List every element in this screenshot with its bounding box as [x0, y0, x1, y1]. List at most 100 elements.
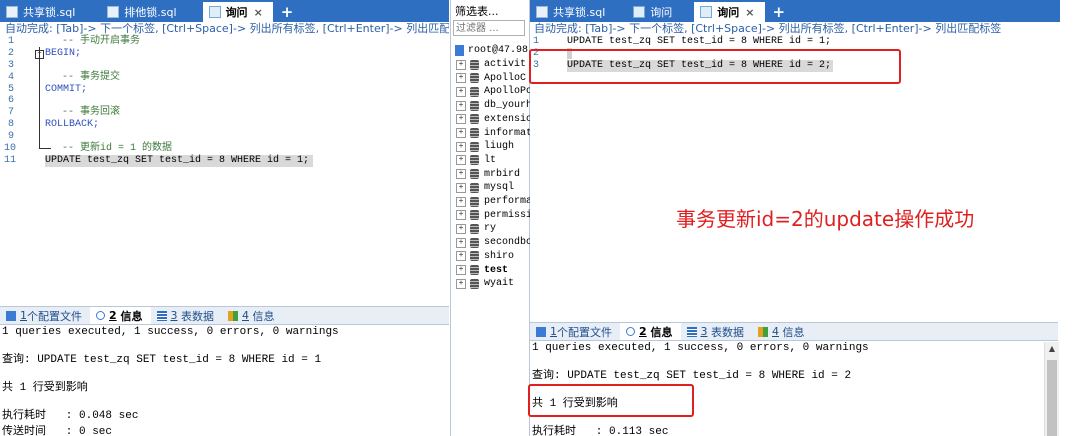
database-label: extensio [484, 113, 533, 125]
selected-update-statement: UPDATE test_zq SET test_id = 8 WHERE id … [45, 154, 314, 167]
query-icon [633, 6, 646, 18]
database-icon [470, 223, 479, 234]
scroll-thumb[interactable] [1047, 360, 1057, 436]
database-item[interactable]: + db_yourh [451, 99, 532, 112]
exec-time: 执行耗时 : 0.048 sec [2, 410, 139, 422]
scroll-up-arrow-icon[interactable]: ▲ [1045, 344, 1059, 353]
close-icon[interactable]: × [745, 6, 754, 19]
query-icon [700, 6, 713, 18]
expand-icon[interactable]: + [456, 141, 466, 152]
right-tab-query[interactable]: 询问 [627, 2, 682, 22]
expand-icon[interactable]: + [456, 128, 466, 138]
chart-icon [758, 326, 768, 337]
database-item[interactable]: + mysql [451, 181, 514, 194]
database-item[interactable]: + mrbird [451, 168, 520, 181]
filter-title: 筛选表... [455, 5, 499, 18]
new-tab-button[interactable]: + [765, 2, 794, 22]
server-icon [455, 45, 464, 56]
right-tab-shared-lock[interactable]: 共享锁.sql [530, 2, 615, 22]
info-icon [96, 311, 105, 320]
database-icon [470, 278, 479, 289]
database-label: informat [484, 127, 533, 139]
tab-label: 共享锁.sql [553, 6, 606, 19]
database-item[interactable]: + lt [451, 154, 496, 167]
database-item[interactable]: + extensio [451, 113, 532, 126]
database-icon [470, 265, 479, 275]
database-item[interactable]: + permissi [451, 209, 532, 222]
database-icon [470, 155, 479, 166]
left-result-tabs: 1 个配置文件 2 信息 3 表数据 4 信息 [0, 306, 449, 325]
database-item[interactable]: + test [451, 264, 508, 277]
expand-icon[interactable]: + [456, 155, 466, 166]
database-icon [470, 86, 479, 97]
expand-icon[interactable]: + [456, 86, 466, 97]
database-item[interactable]: + wyait [451, 277, 514, 290]
highlight-box-update [529, 49, 901, 84]
left-tab-bar: 共享锁.sql 排他锁.sql 询问 × + [0, 0, 449, 22]
database-item[interactable]: + activit [451, 58, 526, 71]
table-icon [156, 310, 167, 321]
right-info-scrollbar[interactable]: ▲ [1044, 342, 1059, 436]
database-item[interactable]: + secondbo [451, 236, 532, 249]
database-label: shiro [484, 250, 515, 262]
left-tab-shared-lock[interactable]: 共享锁.sql [0, 2, 85, 22]
database-item[interactable]: + liugh [451, 140, 514, 153]
filter-input[interactable] [453, 20, 525, 36]
right-tab-query-active[interactable]: 询问 × [694, 2, 765, 22]
expand-icon[interactable]: + [456, 73, 466, 84]
code-line: 1 UPDATE test_zq SET test_id = 8 WHERE id… [533, 36, 832, 47]
database-item[interactable]: + ry [451, 222, 496, 235]
expand-icon[interactable]: + [456, 265, 466, 275]
tab-table-data[interactable]: 3 表数据 [151, 307, 223, 324]
code-line: 9 [8, 131, 15, 143]
tab-info-2[interactable]: 4 信息 [222, 307, 283, 324]
database-label: wyait [484, 278, 515, 290]
expand-icon[interactable]: + [456, 114, 466, 125]
database-item[interactable]: + ApolloC [451, 72, 526, 85]
database-item[interactable]: + performa [451, 195, 532, 208]
tab-label: 询问 [717, 6, 740, 19]
expand-icon[interactable]: + [456, 196, 466, 207]
expand-icon[interactable]: + [456, 237, 466, 248]
left-tab-exclusive-lock[interactable]: 排他锁.sql [101, 2, 186, 22]
tab-info[interactable]: 2 信息 [90, 307, 151, 324]
database-label: permissi [484, 209, 533, 221]
left-tab-query[interactable]: 询问 × [202, 2, 273, 22]
expand-icon[interactable]: + [456, 182, 466, 193]
transfer-time: 传送时间 : 0 sec [2, 426, 113, 436]
tab-label: 询问 [650, 6, 673, 19]
database-item[interactable]: + informat [451, 127, 532, 140]
code-line: 6 [8, 95, 15, 107]
expand-icon[interactable]: + [456, 278, 466, 289]
expand-icon[interactable]: + [456, 169, 466, 180]
expand-icon[interactable]: + [456, 251, 466, 262]
expand-icon[interactable]: + [456, 59, 466, 70]
tab-info[interactable]: 2 信息 [620, 323, 681, 340]
sql-file-icon [6, 6, 18, 18]
database-icon [470, 237, 479, 248]
tab-profile[interactable]: 1 个配置文件 [530, 323, 620, 340]
expand-icon[interactable]: + [456, 223, 466, 234]
database-icon [470, 128, 479, 138]
tab-table-data[interactable]: 3 表数据 [681, 323, 753, 340]
database-item[interactable]: + ApolloPo [451, 85, 532, 98]
tab-profile[interactable]: 1 个配置文件 [0, 307, 90, 324]
database-label: secondbo [484, 237, 533, 249]
expand-icon[interactable]: + [456, 100, 466, 111]
connection-root[interactable]: root@47.98 [451, 44, 528, 57]
chart-icon [228, 310, 238, 321]
close-icon[interactable]: × [254, 6, 263, 19]
code-line: 3 [8, 59, 15, 71]
new-tab-button[interactable]: + [273, 2, 302, 22]
database-label: ApolloPo [484, 86, 533, 98]
code-line: 4 -- 事务提交 [8, 71, 121, 83]
left-sql-editor[interactable]: 自动完成: [Tab]-> 下一个标签, [Ctrl+Space]-> 列出所有… [0, 22, 449, 306]
autocomplete-hint: 自动完成: [Tab]-> 下一个标签, [Ctrl+Space]-> 列出所有… [5, 22, 449, 35]
code-line: 8 ROLLBACK; [8, 119, 100, 131]
sql-file-icon [536, 6, 548, 18]
query-icon [208, 6, 221, 18]
database-item[interactable]: + shiro [451, 250, 514, 263]
tab-info-2[interactable]: 4 信息 [752, 323, 813, 340]
expand-icon[interactable]: + [456, 210, 466, 221]
tab-label: 共享锁.sql [23, 6, 76, 19]
